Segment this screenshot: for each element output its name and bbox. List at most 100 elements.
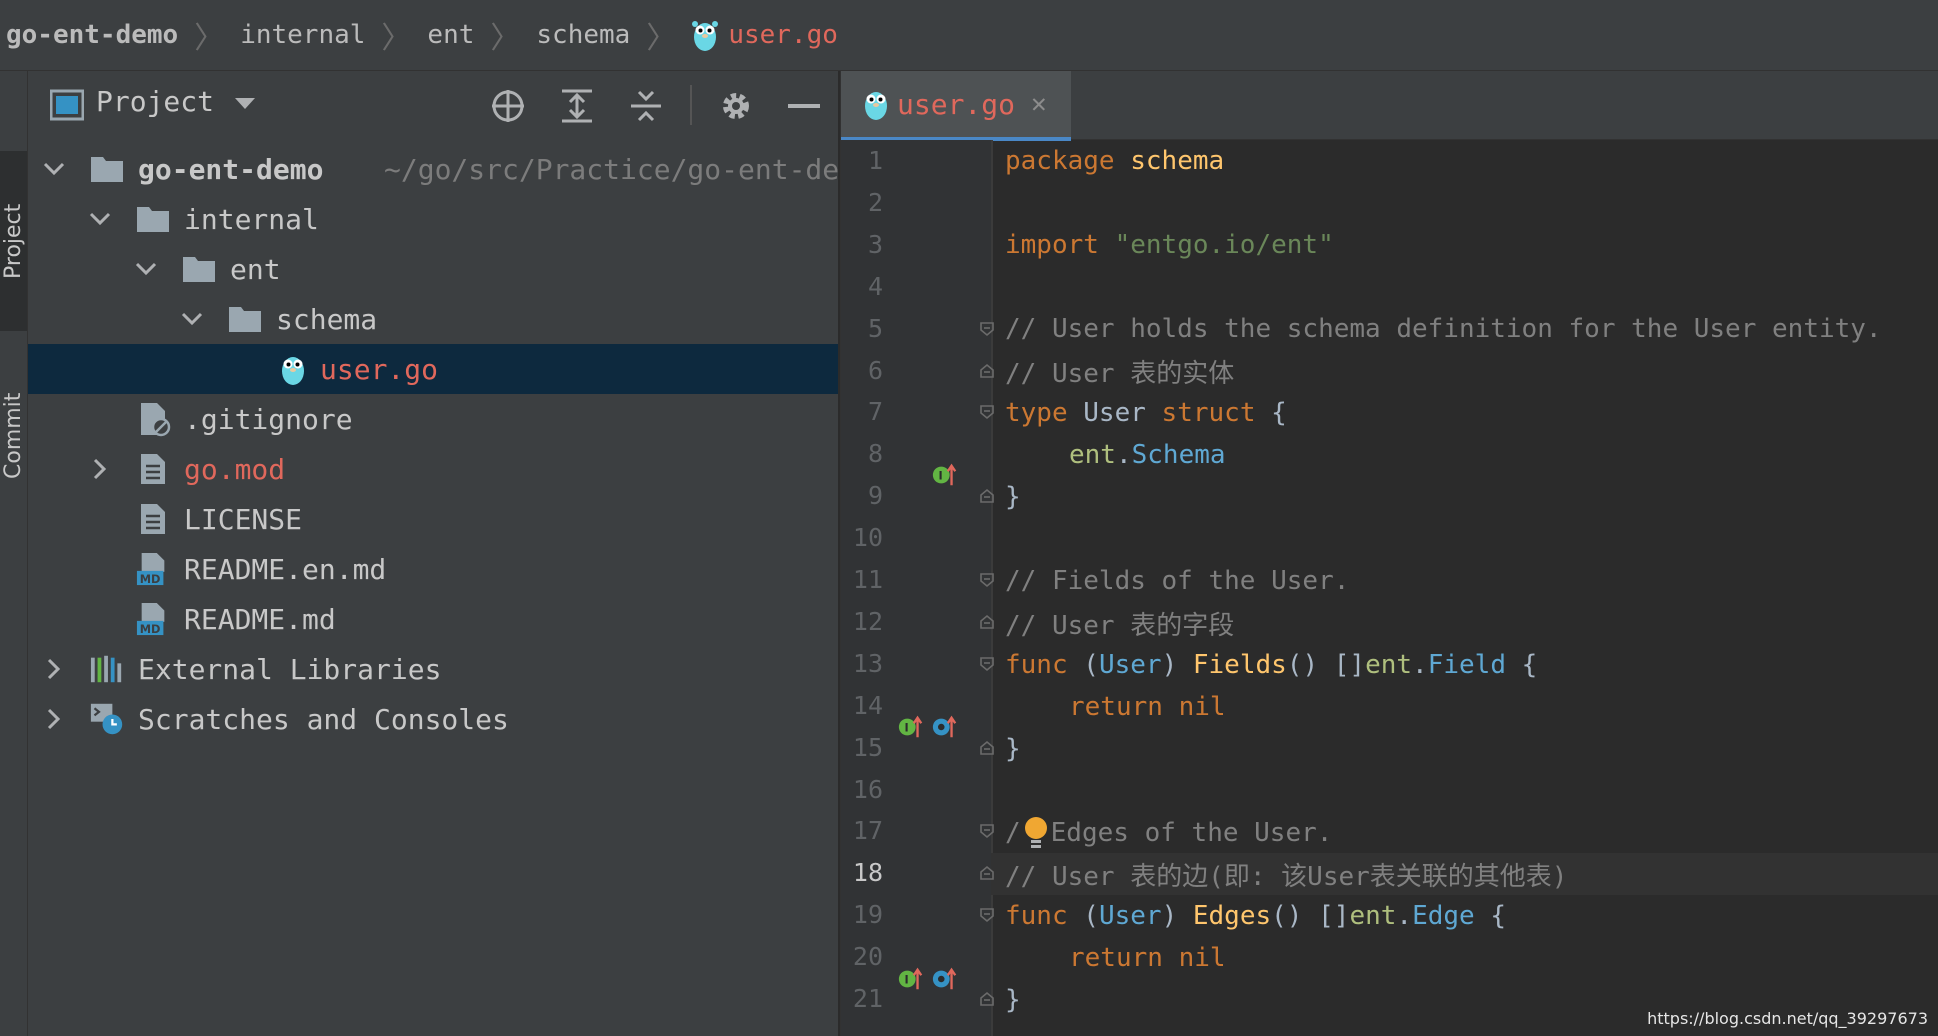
breadcrumb-item-internal[interactable]: internal xyxy=(240,20,365,50)
fold-marker-icon[interactable] xyxy=(979,572,995,588)
project-view-selector[interactable]: Project xyxy=(96,85,256,118)
fold-marker-icon[interactable] xyxy=(979,907,995,923)
tree-item-internal[interactable]: internal xyxy=(28,194,838,244)
commit-tool-tab[interactable]: Commit xyxy=(0,361,27,511)
punctuation: . xyxy=(1115,440,1132,470)
svg-text:MD: MD xyxy=(140,622,161,636)
punctuation: ( xyxy=(1067,650,1099,680)
expand-all-icon[interactable] xyxy=(559,88,595,124)
tree-item-ent[interactable]: ent xyxy=(28,244,838,294)
chevron-right-icon[interactable] xyxy=(42,707,66,731)
code-line-20[interactable]: return nil xyxy=(1069,937,1226,979)
code-line-12[interactable]: // User 表的字段 xyxy=(1005,602,1234,644)
breadcrumb-item-project[interactable]: go-ent-demo xyxy=(0,20,178,50)
fold-marker-icon[interactable] xyxy=(979,656,995,672)
implemented-icon[interactable]: I xyxy=(931,461,959,489)
tree-item-license[interactable]: LICENSE xyxy=(28,494,838,544)
keyword: type xyxy=(1005,398,1068,428)
gopher-icon xyxy=(863,87,889,121)
fold-marker-icon[interactable] xyxy=(979,321,995,337)
project-tool-tab[interactable]: Project xyxy=(0,151,27,331)
chevron-down-icon[interactable] xyxy=(180,307,204,331)
comment: // Fields of the User. xyxy=(1005,566,1350,596)
fold-marker-icon[interactable] xyxy=(979,488,995,504)
chevron-down-icon[interactable] xyxy=(88,207,112,231)
fold-marker-icon[interactable] xyxy=(979,740,995,756)
tree-item-label: Scratches and Consoles xyxy=(138,702,509,736)
code-line-15[interactable]: } xyxy=(1005,728,1021,770)
punctuation: { xyxy=(1474,901,1506,931)
line-number: 8 xyxy=(867,439,883,469)
fold-marker-icon[interactable] xyxy=(979,865,995,881)
gear-icon[interactable] xyxy=(718,88,754,124)
tree-item-go-ent-demo[interactable]: go-ent-demo ~/go/src/Practice/go-ent-dem… xyxy=(28,144,873,194)
code-line-3[interactable]: import "entgo.io/ent" xyxy=(1005,224,1334,266)
tree-item-schema[interactable]: schema xyxy=(28,294,838,344)
lightbulb-icon[interactable] xyxy=(1021,815,1051,851)
chevron-right-icon[interactable] xyxy=(88,457,112,481)
tree-item-gitignore[interactable]: .gitignore xyxy=(28,394,838,444)
chevron-down-icon[interactable] xyxy=(42,157,66,181)
code-line-5[interactable]: // User holds the schema definition for … xyxy=(1005,308,1882,350)
implemented-icon[interactable]: I xyxy=(897,965,925,993)
hide-panel-icon[interactable] xyxy=(786,88,822,124)
scratches-icon xyxy=(90,702,124,736)
tree-item-label: go-ent-demo xyxy=(138,152,324,186)
code-line-9[interactable]: } xyxy=(1005,476,1021,518)
code-line-14[interactable]: return nil xyxy=(1069,686,1226,728)
chevron-right-icon[interactable] xyxy=(42,657,66,681)
breadcrumb-item-file[interactable]: user.go xyxy=(728,20,838,50)
comment: // User holds the schema definition for … xyxy=(1005,314,1882,344)
function-name: Edges xyxy=(1192,901,1272,931)
identifier: schema xyxy=(1114,146,1225,176)
svg-text:I: I xyxy=(904,722,908,735)
punctuation: { xyxy=(1505,650,1538,680)
fold-marker-icon[interactable] xyxy=(979,363,995,379)
fold-marker-icon[interactable] xyxy=(979,614,995,630)
code-line-7[interactable]: type User struct { xyxy=(1005,392,1287,434)
collapse-all-icon[interactable] xyxy=(628,88,664,124)
line-number: 17 xyxy=(852,816,883,846)
code-line-6[interactable]: // User 表的实体 xyxy=(1005,350,1234,392)
type-name: User xyxy=(1098,901,1162,931)
editor-tab-user-go[interactable]: user.go ✕ xyxy=(841,71,1071,141)
code-editor: user.go ✕ package schema import "entgo.i… xyxy=(840,71,1938,1036)
keyword: func xyxy=(1005,650,1068,680)
markdown-file-icon: MD xyxy=(136,602,170,636)
code-line-8[interactable]: ent. Schema xyxy=(1069,434,1226,476)
tree-item-external-libraries[interactable]: External Libraries xyxy=(28,644,838,694)
fold-marker-icon[interactable] xyxy=(979,991,995,1007)
implementing-icon[interactable] xyxy=(931,713,959,741)
code-line-18[interactable]: // User 表的边(即: 该User表关联的其他表) xyxy=(1005,853,1567,895)
chevron-down-icon[interactable] xyxy=(134,257,158,281)
line-number: 21 xyxy=(852,984,883,1013)
type-name: Edge xyxy=(1412,901,1475,931)
code-line-21[interactable]: } xyxy=(1005,979,1021,1021)
tree-item-label: README.en.md xyxy=(184,552,387,586)
fold-marker-icon[interactable] xyxy=(979,404,995,420)
tree-item-label: External Libraries xyxy=(138,652,442,686)
implementing-icon[interactable] xyxy=(931,965,959,993)
gopher-icon xyxy=(276,352,310,386)
breadcrumb-item-schema[interactable]: schema xyxy=(536,20,630,50)
package-name: ent xyxy=(1349,901,1397,931)
fold-marker-icon[interactable] xyxy=(979,823,995,839)
breadcrumb-separator: 〉 xyxy=(490,21,521,56)
code-line-11[interactable]: // Fields of the User. xyxy=(1005,560,1349,602)
tree-item-user-go[interactable]: user.go xyxy=(28,344,838,394)
tree-item-label: internal xyxy=(184,202,319,236)
code-line-1[interactable]: package schema xyxy=(1005,140,1224,182)
locate-icon[interactable] xyxy=(490,88,526,124)
code-line-19[interactable]: func (User) Edges() [] ent. Edge { xyxy=(1005,895,1506,937)
tree-item-readme-en[interactable]: MD README.en.md xyxy=(28,544,838,594)
code-line-17[interactable]: / Edges of the User. xyxy=(1005,812,1332,854)
close-icon[interactable]: ✕ xyxy=(1031,89,1047,119)
code-line-13[interactable]: func (User) Fields() [] ent. Field { xyxy=(1005,644,1537,686)
line-number: 16 xyxy=(852,774,883,804)
tree-item-scratches[interactable]: Scratches and Consoles xyxy=(28,694,838,744)
line-number: 12 xyxy=(852,606,883,636)
tree-item-readme[interactable]: MD README.md xyxy=(28,594,838,644)
tree-item-go-mod[interactable]: go.mod xyxy=(28,444,838,494)
breadcrumb-item-ent[interactable]: ent xyxy=(427,20,474,50)
implemented-icon[interactable]: I xyxy=(897,713,925,741)
